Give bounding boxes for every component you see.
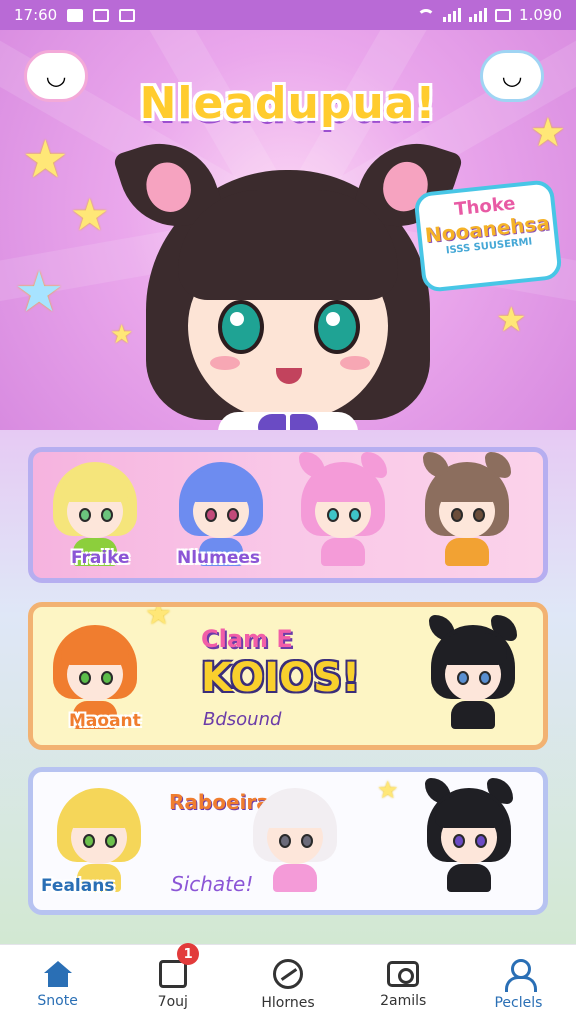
nav-label: Snote <box>37 992 78 1009</box>
compass-icon <box>273 958 303 989</box>
character-name-label: Maoant <box>69 711 141 731</box>
promo-title: KOIOS! <box>201 655 361 701</box>
star-icon: ★ <box>70 190 110 241</box>
status-right-text: 1.090 <box>519 6 562 24</box>
character-name-label: Fealans <box>41 876 115 896</box>
signal-icon <box>443 8 462 22</box>
nav-compass[interactable]: Hlornes <box>230 945 345 1024</box>
nav-label: 7ouj <box>157 993 188 1010</box>
person-icon <box>503 958 538 992</box>
star-icon: ★ <box>377 776 399 804</box>
chibi-character[interactable] <box>419 452 515 566</box>
nav-label: Peclels <box>494 994 543 1011</box>
message-notification-icon <box>93 8 110 22</box>
status-time: 17:60 <box>14 6 58 24</box>
promo-subtitle: Bdsound <box>203 709 282 730</box>
signal-2-icon <box>469 8 488 22</box>
character-card-row-1[interactable]: Fraike Nlumees <box>28 447 548 583</box>
star-icon: ★ <box>145 602 172 632</box>
app-title: Nleadupua! <box>139 78 437 129</box>
nav-profile[interactable]: Peclels <box>461 945 576 1024</box>
home-icon <box>42 960 74 987</box>
app-notification-icon <box>119 8 136 22</box>
star-icon: ★ <box>14 260 65 325</box>
character-name-label: Fraike <box>71 548 130 568</box>
notification-badge: 1 <box>177 943 200 965</box>
character-name-label: Nlumees <box>177 548 261 568</box>
hero-banner[interactable]: ★ ★ ★ ★ ★ ★ ★ ◡ ◡ Nleadupua! Thoke Nooan… <box>0 30 576 430</box>
chibi-character[interactable] <box>421 778 517 892</box>
status-bar: 17:60 1.090 <box>0 0 576 30</box>
promo-heading: Clam E <box>201 625 293 653</box>
hero-character <box>112 128 464 430</box>
star-icon: ★ <box>22 130 69 190</box>
nav-square[interactable]: 1 7ouj <box>115 943 230 1024</box>
nav-label: 2amils <box>380 992 427 1009</box>
chibi-character[interactable] <box>425 615 521 729</box>
battery-icon <box>495 8 512 22</box>
center-subtitle: Sichate! <box>171 872 254 896</box>
nav-camera[interactable]: 2amils <box>346 945 461 1024</box>
chibi-character[interactable] <box>247 782 343 892</box>
wifi-icon <box>417 9 436 21</box>
nav-label: Hlornes <box>261 994 315 1011</box>
gallery-notification-icon <box>67 8 84 22</box>
speech-bubble[interactable]: Thoke Nooanehsa ISSS SUUSERMI <box>413 178 563 294</box>
camera-icon <box>387 960 420 987</box>
nav-home[interactable]: Snote <box>0 945 115 1024</box>
character-card-row-3[interactable]: ★ Raboeira Sichate! Fealans <box>28 767 548 915</box>
chibi-character[interactable] <box>295 452 391 566</box>
star-icon: ★ <box>496 300 527 340</box>
bottom-navigation: Snote 1 7ouj Hlornes 2amils Peclels <box>0 943 576 1024</box>
character-card-row-2[interactable]: ★ Clam E KOIOS! Bdsound Maoant <box>28 602 548 750</box>
bow-icon <box>258 414 318 430</box>
